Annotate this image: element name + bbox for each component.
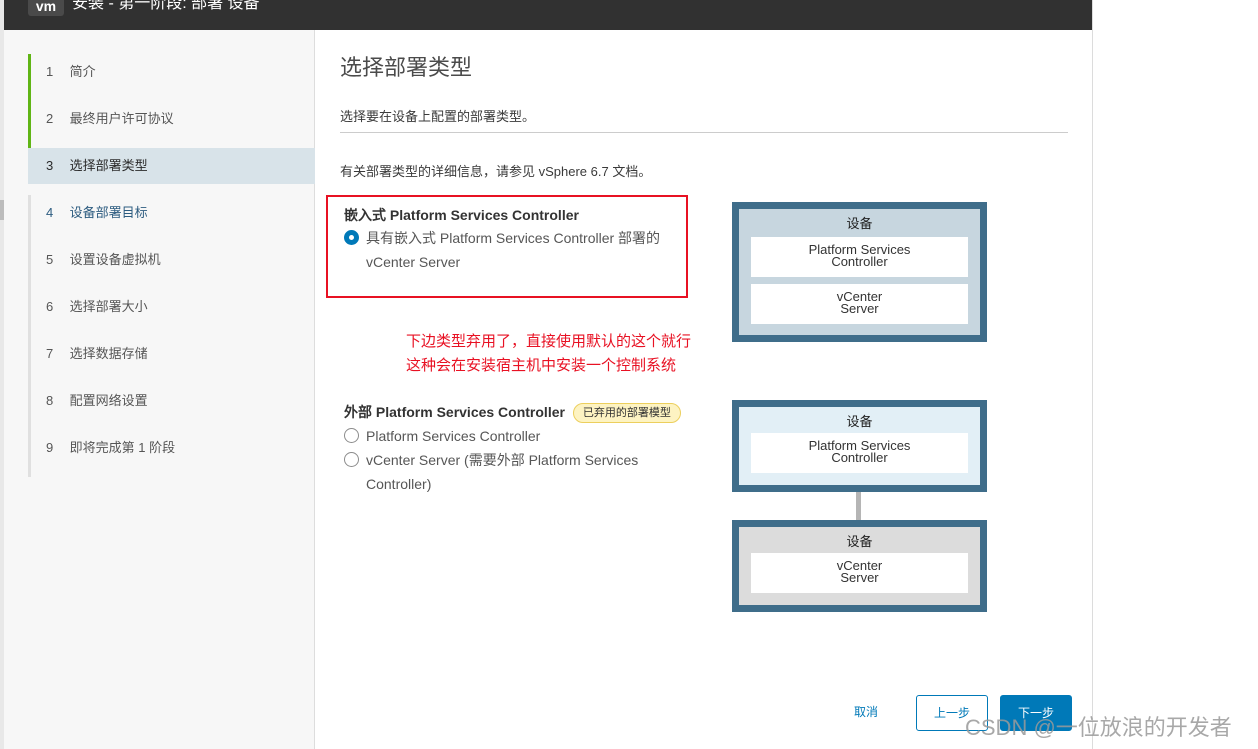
step-progress-bar xyxy=(28,54,31,101)
step-label: 设备部署目标 xyxy=(69,205,148,220)
step-deployment-size: 6 选择部署大小 xyxy=(28,289,315,336)
annotation-note: 下边类型弃用了，直接使用默认的这个就行 这种会在安装宿主机中安装一个控制系统 xyxy=(406,330,691,378)
step-deployment-type[interactable]: 3 选择部署类型 xyxy=(28,148,315,184)
radio-label: Platform Services Controller xyxy=(366,428,541,444)
window-title: 安装 - 第一阶段: 部署 设备 xyxy=(72,0,260,12)
psc-box: Platform Services Controller xyxy=(751,237,968,277)
wizard-steps-sidebar: 1 简介 2 最终用户许可协议 3 选择部署类型 4 设备部署目标 5 设置设备… xyxy=(4,30,315,749)
step-number: 7 xyxy=(46,346,54,361)
info-text: 有关部署类型的详细信息，请参见 vSphere 6.7 文档。 xyxy=(340,164,652,179)
step-datastore: 7 选择数据存储 xyxy=(28,336,315,383)
step-progress-bar xyxy=(28,289,31,336)
step-progress-bar xyxy=(28,242,31,289)
step-network: 8 配置网络设置 xyxy=(28,383,315,430)
annotation-line2: 这种会在安装宿主机中安装一个控制系统 xyxy=(406,357,677,374)
vcenter-box-line2: Server xyxy=(840,570,879,585)
external-psc-option[interactable]: Platform Services Controller xyxy=(344,424,684,448)
step-number: 5 xyxy=(46,252,54,267)
external-psc-diagram: 设备 Platform Services Controller xyxy=(732,400,987,492)
external-psc-title: 外部 Platform Services Controller 已弃用的部署模型 xyxy=(344,402,681,423)
vcenter-box-line2: Server xyxy=(840,301,879,316)
step-progress-bar xyxy=(28,195,31,242)
step-number: 6 xyxy=(46,299,54,314)
radio-label-line2: vCenter Server xyxy=(366,254,461,270)
psc-box: Platform Services Controller xyxy=(751,433,968,473)
step-progress-bar xyxy=(28,383,31,430)
annotation-line1: 下边类型弃用了，直接使用默认的这个就行 xyxy=(406,333,692,350)
psc-box-line2: Controller xyxy=(831,450,888,465)
deprecated-badge: 已弃用的部署模型 xyxy=(572,403,681,423)
step-label: 选择部署类型 xyxy=(69,158,148,173)
radio-label-line2: Controller) xyxy=(366,476,432,492)
step-progress-bar xyxy=(28,336,31,383)
cancel-button[interactable]: 取消 xyxy=(840,695,892,731)
step-label: 设置设备虚拟机 xyxy=(69,252,161,267)
main-content: 选择部署类型 选择要在设备上配置的部署类型。 有关部署类型的详细信息，请参见 v… xyxy=(326,30,1092,749)
page-title: 选择部署类型 xyxy=(340,55,473,80)
page-subtitle: 选择要在设备上配置的部署类型。 xyxy=(340,109,536,124)
step-deployment-target[interactable]: 4 设备部署目标 xyxy=(28,195,315,242)
step-ready-to-complete: 9 即将完成第 1 阶段 xyxy=(28,430,315,477)
external-psc-title-text: 外部 Platform Services Controller xyxy=(344,404,565,420)
background-area xyxy=(1092,0,1258,749)
embedded-psc-title: 嵌入式 Platform Services Controller xyxy=(344,207,579,223)
divider xyxy=(340,132,1068,133)
step-eula[interactable]: 2 最终用户许可协议 xyxy=(28,101,315,148)
csdn-watermark: CSDN @一位放浪的开发者 xyxy=(965,715,1232,740)
radio-label-line1: 具有嵌入式 Platform Services Controller 部署的 xyxy=(366,230,661,246)
radio-vcenter-external[interactable] xyxy=(344,452,359,467)
step-label: 配置网络设置 xyxy=(69,393,148,408)
appliance-label: 设备 xyxy=(846,414,873,429)
radio-psc[interactable] xyxy=(344,428,359,443)
step-label: 简介 xyxy=(69,64,96,79)
step-number: 8 xyxy=(46,393,54,408)
installer-dialog: vm 安装 - 第一阶段: 部署 设备 1 简介 2 最终用户许可协议 3 选择… xyxy=(4,0,1092,749)
external-vcenter-diagram: 设备 vCenter Server xyxy=(732,520,987,612)
external-vcenter-option[interactable]: vCenter Server (需要外部 Platform Services C… xyxy=(344,448,684,496)
step-progress-bar xyxy=(28,101,31,148)
step-label: 最终用户许可协议 xyxy=(69,111,174,126)
step-list: 1 简介 2 最终用户许可协议 3 选择部署类型 4 设备部署目标 5 设置设备… xyxy=(28,54,315,477)
step-label: 选择数据存储 xyxy=(69,346,148,361)
vcenter-box: vCenter Server xyxy=(751,553,968,593)
step-number: 3 xyxy=(46,158,54,173)
step-number: 4 xyxy=(46,205,54,220)
step-label: 即将完成第 1 阶段 xyxy=(69,440,176,455)
step-number: 9 xyxy=(46,440,54,455)
vmware-logo: vm xyxy=(28,0,64,16)
radio-label-line1: vCenter Server (需要外部 Platform Services xyxy=(366,452,639,468)
title-bar: vm 安装 - 第一阶段: 部署 设备 xyxy=(4,0,1092,30)
step-setup-vm: 5 设置设备虚拟机 xyxy=(28,242,315,289)
appliance-label: 设备 xyxy=(846,534,873,549)
step-number: 2 xyxy=(46,111,54,126)
step-introduction[interactable]: 1 简介 xyxy=(28,54,315,101)
radio-embedded[interactable] xyxy=(344,230,359,245)
step-progress-bar xyxy=(28,430,31,477)
vcenter-box: vCenter Server xyxy=(751,284,968,324)
appliance-label: 设备 xyxy=(846,216,873,231)
embedded-deployment-diagram: 设备 Platform Services Controller vCenter … xyxy=(732,202,987,342)
step-label: 选择部署大小 xyxy=(69,299,148,314)
step-number: 1 xyxy=(46,64,54,79)
embedded-psc-option[interactable]: 具有嵌入式 Platform Services Controller 部署的 v… xyxy=(344,226,684,274)
diagram-connector xyxy=(856,492,861,520)
psc-box-line2: Controller xyxy=(831,254,888,269)
